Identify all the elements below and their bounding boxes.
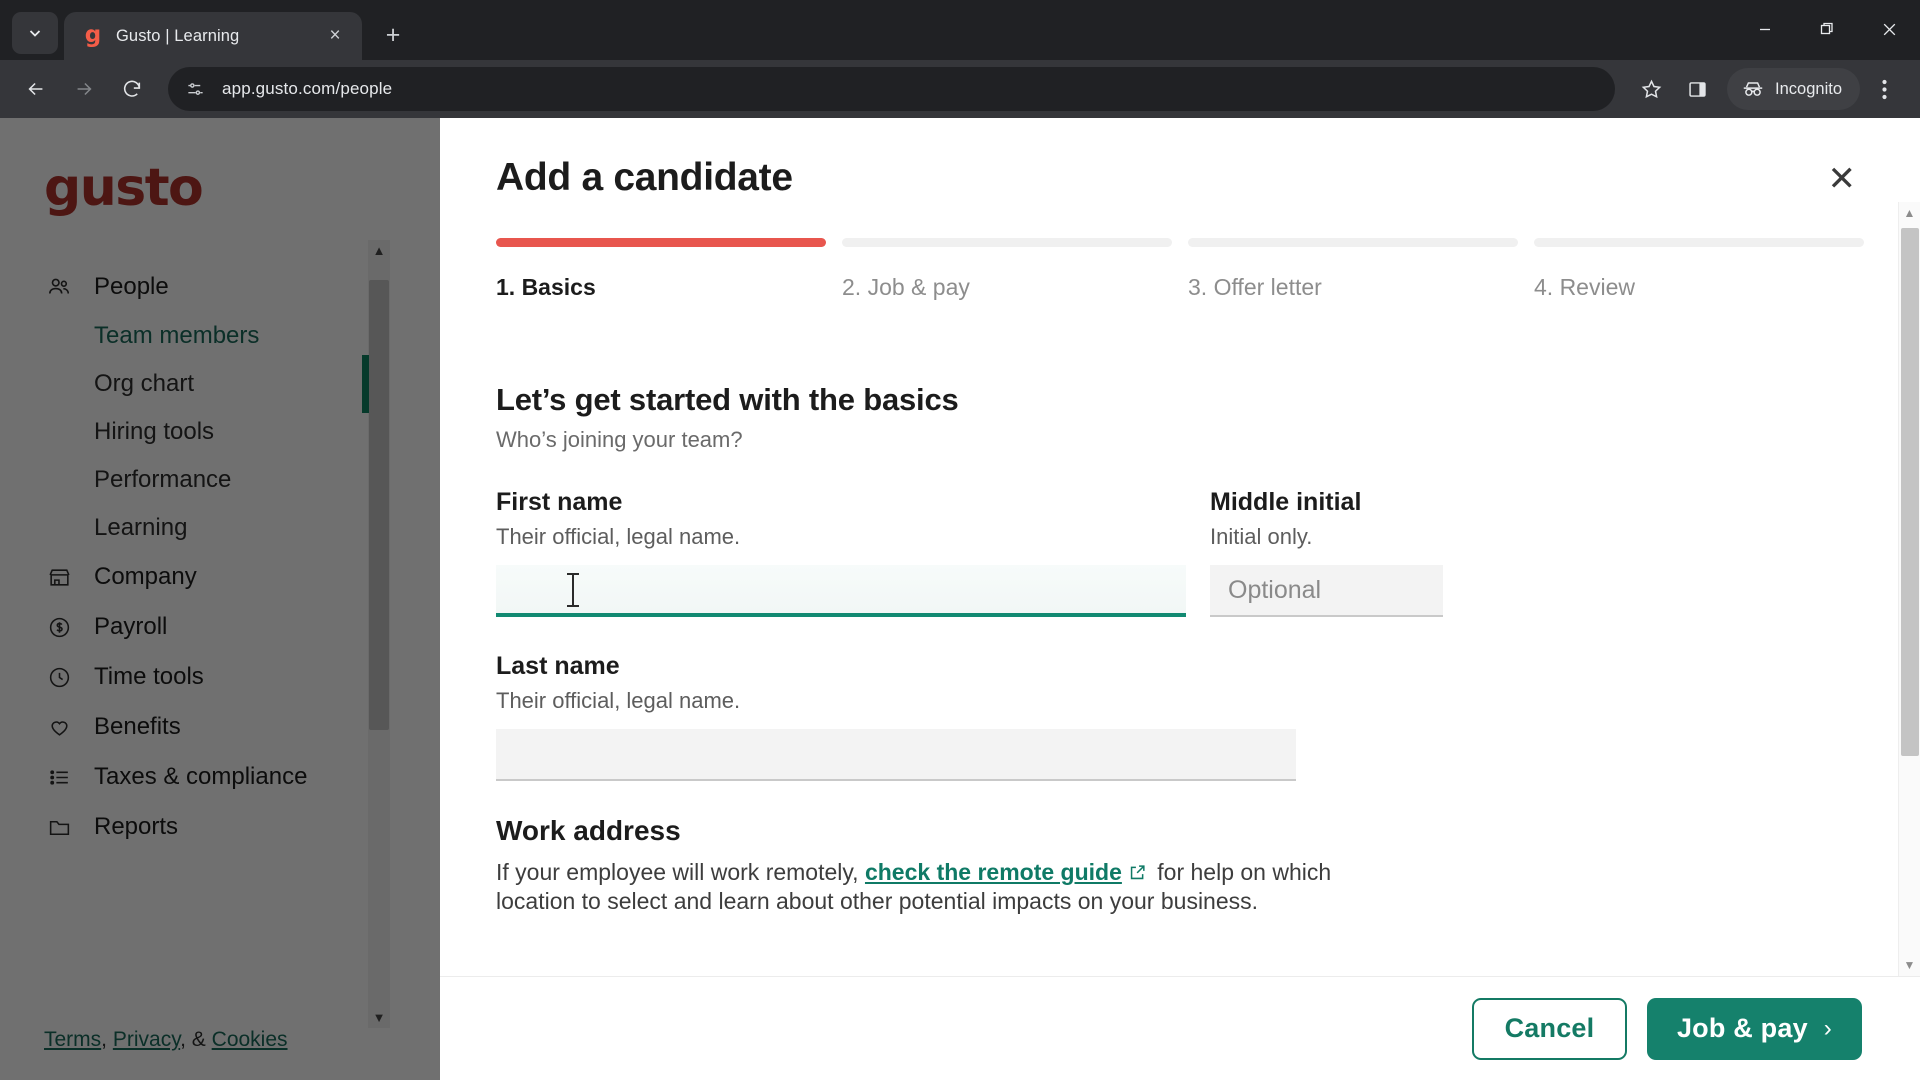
- chevron-right-icon: ›: [1823, 1014, 1832, 1042]
- page-viewport: gusto People Team member: [0, 118, 1920, 1080]
- text-cursor-icon: [567, 573, 579, 607]
- scrollbar-thumb[interactable]: [1901, 228, 1919, 756]
- reload-button[interactable]: [110, 67, 154, 111]
- incognito-label: Incognito: [1775, 79, 1842, 98]
- tab-title: Gusto | Learning: [116, 26, 240, 45]
- minimize-button[interactable]: [1734, 0, 1796, 58]
- first-name-label: First name: [496, 488, 623, 516]
- section-subtitle: Who’s joining your team?: [496, 427, 743, 452]
- browser-toolbar: app.gusto.com/people Incognito: [0, 60, 1920, 118]
- middle-initial-help: Initial only.: [1210, 524, 1313, 549]
- close-icon[interactable]: ✕: [1820, 156, 1865, 202]
- star-icon[interactable]: [1629, 67, 1673, 111]
- side-panel-icon[interactable]: [1675, 67, 1719, 111]
- step-progress-bar: [842, 238, 1172, 247]
- name-fields-row: First name Their official, legal name. M…: [496, 488, 1864, 617]
- last-name-label: Last name: [496, 652, 620, 680]
- chevron-down-icon[interactable]: [12, 12, 58, 54]
- external-link-icon: [1128, 861, 1147, 888]
- middle-initial-label: Middle initial: [1210, 488, 1362, 516]
- job-and-pay-button[interactable]: Job & pay ›: [1646, 997, 1862, 1060]
- step-review[interactable]: 4. Review: [1534, 238, 1864, 301]
- step-basics[interactable]: 1. Basics: [496, 238, 826, 301]
- job-and-pay-label: Job & pay: [1676, 1013, 1808, 1043]
- three-dot-menu-icon[interactable]: [1862, 67, 1906, 111]
- close-window-button[interactable]: [1858, 0, 1920, 58]
- middle-initial-input[interactable]: Optional: [1210, 565, 1443, 617]
- modal-body: 1. Basics 2. Job & pay 3. Offer letter 4…: [440, 202, 1920, 976]
- toolbar-actions: Incognito: [1629, 67, 1906, 111]
- url-text: app.gusto.com/people: [222, 79, 393, 98]
- cancel-button[interactable]: Cancel: [1471, 997, 1627, 1060]
- step-job-pay[interactable]: 2. Job & pay: [842, 238, 1172, 301]
- step-label: 4. Review: [1534, 274, 1635, 300]
- first-name-input[interactable]: [496, 565, 1186, 617]
- work-address-title: Work address: [496, 815, 681, 846]
- remote-guide-link[interactable]: check the remote guide: [865, 859, 1122, 885]
- back-button[interactable]: [14, 67, 58, 111]
- last-name-input[interactable]: [496, 729, 1296, 781]
- step-progress-bar: [1188, 238, 1518, 247]
- step-label: 2. Job & pay: [842, 274, 970, 300]
- last-name-help: Their official, legal name.: [496, 688, 741, 713]
- new-tab-button[interactable]: +: [378, 20, 408, 50]
- scroll-down-icon[interactable]: ▼: [1904, 954, 1916, 976]
- restore-icon[interactable]: [1796, 0, 1858, 58]
- modal-scrollbar[interactable]: ▲ ▼: [1898, 202, 1920, 976]
- progress-steps: 1. Basics 2. Job & pay 3. Offer letter 4…: [496, 238, 1864, 301]
- step-progress-bar: [496, 238, 826, 247]
- step-offer-letter[interactable]: 3. Offer letter: [1188, 238, 1518, 301]
- step-label: 1. Basics: [496, 274, 596, 300]
- text-before-link: If your employee will work remotely,: [496, 859, 865, 885]
- address-bar[interactable]: app.gusto.com/people: [168, 67, 1616, 111]
- step-progress-bar: [1534, 238, 1864, 247]
- modal-footer: Cancel Job & pay ›: [440, 976, 1920, 1080]
- last-name-field-group: Last name Their official, legal name.: [496, 652, 1296, 781]
- modal-title: Add a candidate: [496, 156, 793, 199]
- incognito-icon: [1743, 82, 1763, 96]
- close-icon[interactable]: ×: [320, 21, 350, 51]
- first-name-help: Their official, legal name.: [496, 524, 741, 549]
- middle-initial-field-group: Middle initial Initial only. Optional: [1210, 488, 1443, 617]
- modal-header: Add a candidate ✕: [440, 118, 1920, 202]
- add-candidate-modal: Add a candidate ✕ 1. Basics 2. Job & pay: [440, 118, 1920, 1080]
- work-address-description: If your employee will work remotely, che…: [496, 859, 1416, 915]
- last-name-row: Last name Their official, legal name.: [496, 652, 1864, 781]
- incognito-badge[interactable]: Incognito: [1727, 68, 1860, 110]
- scroll-up-icon[interactable]: ▲: [1904, 202, 1916, 224]
- browser-tab[interactable]: g Gusto | Learning ×: [64, 12, 362, 60]
- section-title: Let’s get started with the basics: [496, 382, 959, 417]
- window-controls: [1734, 0, 1920, 58]
- tune-icon[interactable]: [178, 72, 212, 106]
- gusto-favicon: g: [84, 22, 102, 48]
- first-name-field-group: First name Their official, legal name.: [496, 488, 1186, 617]
- browser-window: g Gusto | Learning × + app.gusto.com/peo…: [0, 0, 1920, 1080]
- tab-strip: g Gusto | Learning × +: [0, 0, 1920, 60]
- forward-button[interactable]: [62, 67, 106, 111]
- step-label: 3. Offer letter: [1188, 274, 1322, 300]
